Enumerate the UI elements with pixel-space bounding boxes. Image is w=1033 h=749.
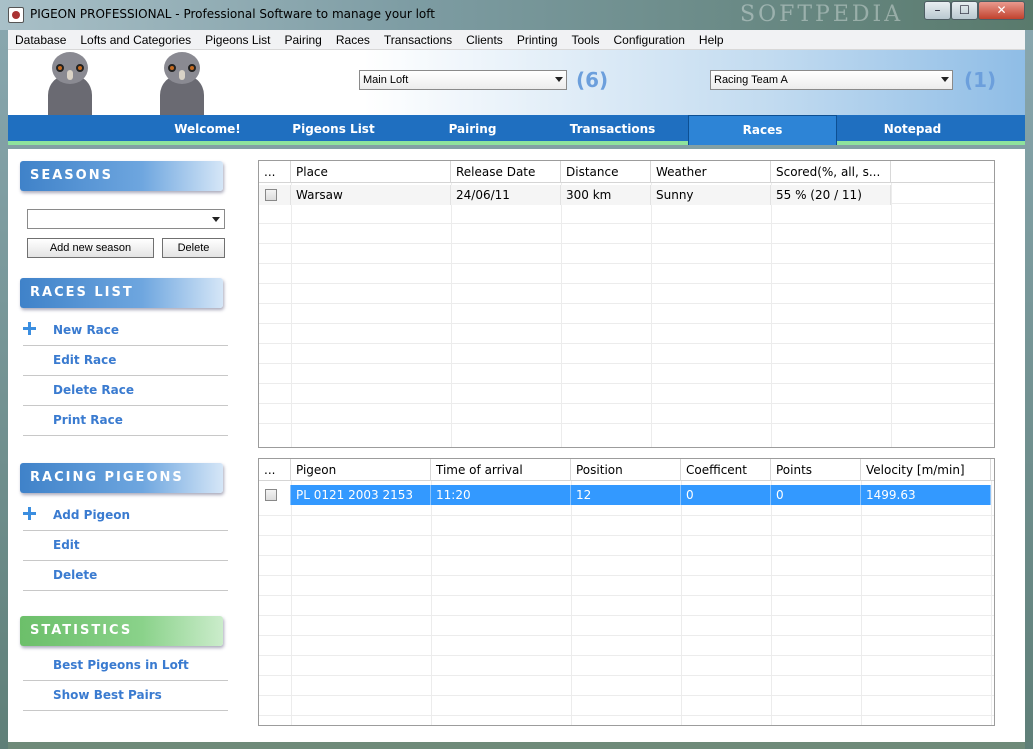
best-pairs-label: Show Best Pairs — [53, 688, 162, 702]
header-banner: Main Loft (6) Racing Team A (1) — [8, 50, 1025, 116]
add-pigeon-link[interactable]: Add Pigeon — [23, 501, 228, 531]
menu-pairing[interactable]: Pairing — [278, 30, 329, 50]
col-release-date[interactable]: Release Date — [451, 161, 561, 183]
pigeon-logo-right — [154, 52, 210, 116]
tab-pigeons-list[interactable]: Pigeons List — [259, 115, 408, 141]
cell-points: 0 — [771, 485, 861, 505]
cell-position: 12 — [571, 485, 681, 505]
col-points[interactable]: Points — [771, 459, 861, 481]
delete-race-label: Delete Race — [53, 383, 134, 397]
team-select[interactable]: Racing Team A — [710, 70, 953, 90]
col-velocity[interactable]: Velocity [m/min] — [861, 459, 991, 481]
menu-pigeons-list[interactable]: Pigeons List — [198, 30, 277, 50]
racing-pigeons-header: RACING PIGEONS — [20, 463, 223, 493]
col-select[interactable]: ... — [259, 161, 291, 183]
new-race-label: New Race — [53, 323, 120, 337]
watermark: SOFTPEDIA — [740, 2, 904, 27]
chevron-down-icon — [941, 77, 949, 82]
delete-pigeon-link[interactable]: Delete — [23, 561, 228, 591]
pigeons-grid-header: ... Pigeon Time of arrival Position Coef… — [259, 459, 994, 481]
minimize-button[interactable]: – — [924, 1, 951, 20]
races-list-header: RACES LIST — [20, 278, 223, 308]
menu-printing[interactable]: Printing — [510, 30, 565, 50]
cell-place: Warsaw — [291, 185, 451, 205]
col-scored[interactable]: Scored(%, all, s... — [771, 161, 891, 183]
col-position[interactable]: Position — [571, 459, 681, 481]
statistics-header: STATISTICS — [20, 616, 223, 646]
menu-database[interactable]: Database — [8, 30, 73, 50]
best-pigeons-link[interactable]: Best Pigeons in Loft — [23, 651, 228, 681]
tab-transactions[interactable]: Transactions — [538, 115, 687, 141]
close-button[interactable]: ✕ — [978, 1, 1025, 20]
col-select[interactable]: ... — [259, 459, 291, 481]
title-bar[interactable]: PIGEON PROFESSIONAL - Professional Softw… — [0, 0, 1033, 30]
menu-clients[interactable]: Clients — [459, 30, 510, 50]
tab-notepad[interactable]: Notepad — [838, 115, 987, 141]
cell-scored: 55 % (20 / 11) — [771, 185, 891, 205]
table-row[interactable]: Warsaw 24/06/11 300 km Sunny 55 % (20 / … — [259, 185, 891, 205]
best-pigeons-label: Best Pigeons in Loft — [53, 658, 189, 672]
col-distance[interactable]: Distance — [561, 161, 651, 183]
cell-time-of-arrival: 11:20 — [431, 485, 571, 505]
tab-bar: Welcome! Pigeons List Pairing Transactio… — [8, 115, 1025, 145]
menu-lofts-and-categories[interactable]: Lofts and Categories — [73, 30, 198, 50]
seasons-header: SEASONS — [20, 161, 223, 191]
loft-count: (6) — [576, 68, 609, 92]
add-season-button[interactable]: Add new season — [27, 238, 154, 258]
row-checkbox[interactable] — [265, 189, 277, 201]
menu-bar: Database Lofts and Categories Pigeons List… — [8, 30, 1025, 50]
edit-pigeon-link[interactable]: Edit — [23, 531, 228, 561]
cell-coefficient: 0 — [681, 485, 771, 505]
col-place[interactable]: Place — [291, 161, 451, 183]
cell-distance: 300 km — [561, 185, 651, 205]
maximize-button[interactable]: ☐ — [951, 1, 978, 20]
menu-races[interactable]: Races — [329, 30, 377, 50]
season-select[interactable] — [27, 209, 225, 229]
edit-pigeon-label: Edit — [53, 538, 80, 552]
col-time-of-arrival[interactable]: Time of arrival — [431, 459, 571, 481]
tab-races[interactable]: Races — [688, 115, 837, 145]
edit-race-link[interactable]: Edit Race — [23, 346, 228, 376]
col-weather[interactable]: Weather — [651, 161, 771, 183]
menu-transactions[interactable]: Transactions — [377, 30, 459, 50]
chevron-down-icon — [212, 217, 220, 222]
loft-select-value: Main Loft — [363, 74, 409, 86]
races-grid-header: ... Place Release Date Distance Weather … — [259, 161, 994, 183]
menu-help[interactable]: Help — [692, 30, 731, 50]
menu-configuration[interactable]: Configuration — [607, 30, 692, 50]
col-coefficient[interactable]: Coefficent — [681, 459, 771, 481]
cell-velocity: 1499.63 — [861, 485, 991, 505]
plus-icon — [23, 507, 36, 520]
print-race-label: Print Race — [53, 413, 123, 427]
cell-weather: Sunny — [651, 185, 771, 205]
delete-pigeon-label: Delete — [53, 568, 98, 582]
edit-race-label: Edit Race — [53, 353, 117, 367]
tab-pairing[interactable]: Pairing — [398, 115, 547, 141]
team-count: (1) — [964, 68, 997, 92]
window-title: PIGEON PROFESSIONAL - Professional Softw… — [30, 7, 435, 21]
col-pigeon[interactable]: Pigeon — [291, 459, 431, 481]
races-grid: ... Place Release Date Distance Weather … — [258, 160, 995, 448]
pigeon-logo-left — [42, 52, 98, 116]
team-select-value: Racing Team A — [714, 74, 788, 86]
app-window: PIGEON PROFESSIONAL - Professional Softw… — [0, 0, 1033, 749]
cell-pigeon: PL 0121 2003 2153 — [291, 485, 431, 505]
plus-icon — [23, 322, 36, 335]
menu-tools[interactable]: Tools — [565, 30, 607, 50]
window-bottom-border — [8, 742, 1025, 749]
app-icon — [8, 7, 24, 23]
delete-race-link[interactable]: Delete Race — [23, 376, 228, 406]
new-race-link[interactable]: New Race — [23, 316, 228, 346]
delete-season-button[interactable]: Delete — [162, 238, 225, 258]
chevron-down-icon — [555, 77, 563, 82]
pigeons-grid: ... Pigeon Time of arrival Position Coef… — [258, 458, 995, 726]
add-pigeon-label: Add Pigeon — [53, 508, 131, 522]
loft-select[interactable]: Main Loft — [359, 70, 567, 90]
print-race-link[interactable]: Print Race — [23, 406, 228, 436]
best-pairs-link[interactable]: Show Best Pairs — [23, 681, 228, 711]
cell-release-date: 24/06/11 — [451, 185, 561, 205]
races-page: SEASONS Add new season Delete RACES LIST… — [8, 149, 1025, 742]
row-checkbox[interactable] — [265, 489, 277, 501]
table-row[interactable]: PL 0121 2003 2153 11:20 12 0 0 1499.63 — [259, 485, 991, 505]
